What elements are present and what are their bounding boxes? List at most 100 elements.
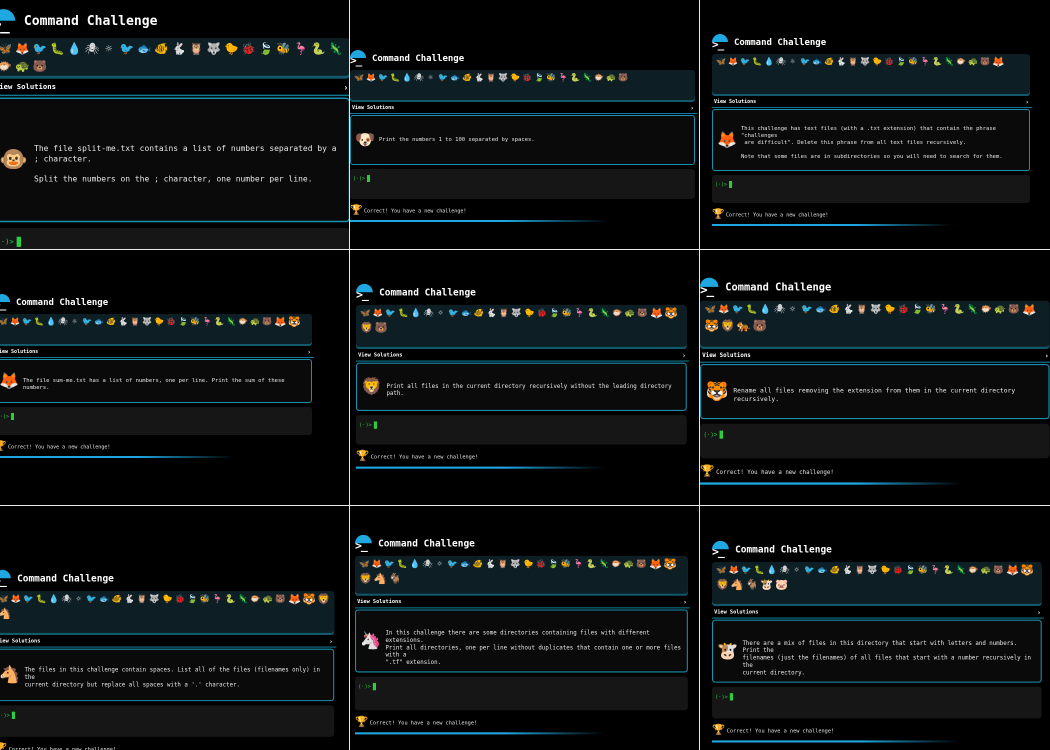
terminal-input[interactable]: (·)> [712, 686, 1042, 719]
wolf-icon[interactable]: 🐺 [860, 57, 870, 66]
bird-green-icon[interactable]: 🐤 [510, 73, 520, 82]
bear-icon[interactable]: 🐻 [618, 73, 628, 82]
bear-icon[interactable]: 🐻 [262, 317, 272, 326]
wolf-icon[interactable]: 🐺 [498, 73, 508, 82]
crane-icon[interactable]: 🦩 [558, 73, 568, 82]
crane-icon[interactable]: 🦩 [574, 308, 584, 317]
sun-icon[interactable]: ☼ [70, 317, 79, 326]
snake-icon[interactable]: 🐍 [586, 559, 596, 568]
worm-icon[interactable]: 🐛 [754, 565, 764, 574]
bird-blue-icon[interactable]: 🐦 [448, 308, 458, 317]
logo[interactable]: >_ [0, 294, 12, 310]
lizard-icon[interactable]: 🦎 [226, 317, 236, 326]
bird-green-icon[interactable]: 🐤 [872, 57, 882, 66]
dragonfly-icon[interactable]: 🦋 [716, 57, 726, 66]
fish-icon[interactable]: 🐟 [812, 57, 822, 66]
leaf-icon[interactable]: 🍃 [549, 308, 559, 317]
fish2-icon[interactable]: 🐠 [154, 42, 168, 55]
fish-icon[interactable]: 🐟 [817, 565, 827, 574]
cow-icon[interactable]: 🐮 [760, 580, 773, 592]
tortoise-icon[interactable]: 🐢 [981, 565, 991, 574]
lizard-icon[interactable]: 🦎 [328, 42, 342, 55]
hare-icon[interactable]: 🐇 [118, 317, 128, 326]
logo[interactable]: >_ [355, 534, 374, 552]
dragonfly-icon[interactable]: 🦋 [359, 559, 369, 568]
crane-icon[interactable]: 🦩 [202, 317, 212, 326]
logo[interactable]: >_ [0, 9, 18, 32]
fish-red-icon[interactable]: 🐡 [250, 594, 260, 603]
fox-icon[interactable]: 🦊 [288, 594, 301, 606]
snake-icon[interactable]: 🐍 [953, 304, 964, 314]
leaf-icon[interactable]: 🍃 [187, 594, 197, 603]
lion-icon[interactable]: 🦁 [721, 320, 735, 333]
bear-icon[interactable]: 🐻 [993, 565, 1003, 574]
bird-icon[interactable]: 🐦 [732, 304, 743, 314]
fox-icon[interactable]: 🦊 [373, 308, 383, 317]
hare-icon[interactable]: 🐇 [172, 42, 186, 55]
bird-icon[interactable]: 🐦 [23, 594, 33, 603]
crane-icon[interactable]: 🦩 [920, 57, 930, 66]
worm-icon[interactable]: 🐛 [746, 304, 757, 314]
bee-icon[interactable]: 🐝 [190, 317, 200, 326]
fox-icon[interactable]: 🦊 [1006, 565, 1019, 577]
leaf-icon[interactable]: 🍃 [178, 317, 188, 326]
bird-blue-icon[interactable]: 🐦 [800, 57, 810, 66]
crane-icon[interactable]: 🦩 [212, 594, 222, 603]
worm-icon[interactable]: 🐛 [36, 594, 46, 603]
terminal-input[interactable]: (·)> [350, 169, 695, 199]
horse-icon[interactable]: 🐴 [0, 609, 11, 621]
fish2-icon[interactable]: 🐠 [462, 73, 472, 82]
drop-icon[interactable]: 💧 [764, 57, 774, 66]
view-solutions-button[interactable]: View Solutions › [712, 99, 1032, 108]
worm-icon[interactable]: 🐛 [34, 317, 44, 326]
drop-icon[interactable]: 💧 [49, 594, 59, 603]
dragonfly-icon[interactable]: 🦋 [354, 73, 364, 82]
fish-icon[interactable]: 🐟 [450, 73, 460, 82]
tortoise-icon[interactable]: 🐢 [263, 594, 273, 603]
bear-icon[interactable]: 🐻 [980, 57, 990, 66]
bee-icon[interactable]: 🐝 [918, 565, 928, 574]
fish-red-icon[interactable]: 🐡 [981, 304, 992, 314]
lizard-icon[interactable]: 🦎 [967, 304, 978, 314]
leaf-icon[interactable]: 🍃 [912, 304, 923, 314]
bear-icon[interactable]: 🐻 [753, 320, 767, 333]
wolf-icon[interactable]: 🐺 [149, 594, 159, 603]
tiger-icon[interactable]: 🐯 [288, 317, 300, 328]
dragonfly-icon[interactable]: 🦋 [0, 317, 8, 326]
lizard-icon[interactable]: 🦎 [956, 565, 966, 574]
bird-green-icon[interactable]: 🐤 [162, 594, 172, 603]
snake-icon[interactable]: 🐍 [225, 594, 235, 603]
sun-icon[interactable]: ☼ [787, 304, 797, 314]
terminal-input[interactable]: (·)> [712, 175, 1030, 203]
sun-icon[interactable]: ☼ [436, 308, 445, 317]
owl-icon[interactable]: 🦉 [189, 42, 203, 55]
tiger-icon[interactable]: 🐯 [1021, 565, 1034, 577]
ladybug-icon[interactable]: 🐞 [537, 308, 547, 317]
drop-icon[interactable]: 💧 [767, 565, 777, 574]
bird-icon[interactable]: 🐦 [22, 317, 32, 326]
dragonfly-icon[interactable]: 🦋 [360, 308, 370, 317]
lion-icon[interactable]: 🦁 [359, 574, 372, 586]
bird-icon[interactable]: 🐦 [740, 57, 750, 66]
sun-icon[interactable]: ☼ [788, 57, 797, 66]
hare-icon[interactable]: 🐇 [843, 304, 854, 314]
wolf-icon[interactable]: 🐺 [511, 308, 521, 317]
bee-icon[interactable]: 🐝 [200, 594, 210, 603]
sun-icon[interactable]: ☼ [102, 42, 115, 55]
fish-icon[interactable]: 🐟 [94, 317, 104, 326]
snake-icon[interactable]: 🐍 [570, 73, 580, 82]
view-solutions-button[interactable]: View Solutions › [0, 83, 349, 97]
spider-icon[interactable]: 🕷 [774, 304, 786, 314]
view-solutions-button[interactable]: View Solutions › [355, 599, 691, 609]
view-solutions-button[interactable]: View Solutions › [356, 352, 690, 362]
logo[interactable]: >_ [356, 283, 375, 301]
logo[interactable]: >_ [712, 34, 730, 50]
ladybug-icon[interactable]: 🐞 [898, 304, 909, 314]
tortoise-icon[interactable]: 🐢 [15, 60, 29, 73]
fox-icon[interactable]: 🦊 [718, 304, 729, 314]
drop-icon[interactable]: 💧 [760, 304, 771, 314]
fish-icon[interactable]: 🐟 [137, 42, 151, 55]
fish-icon[interactable]: 🐟 [461, 308, 471, 317]
wolf-icon[interactable]: 🐺 [867, 565, 877, 574]
view-solutions-button[interactable]: View Solutions › [0, 349, 314, 358]
